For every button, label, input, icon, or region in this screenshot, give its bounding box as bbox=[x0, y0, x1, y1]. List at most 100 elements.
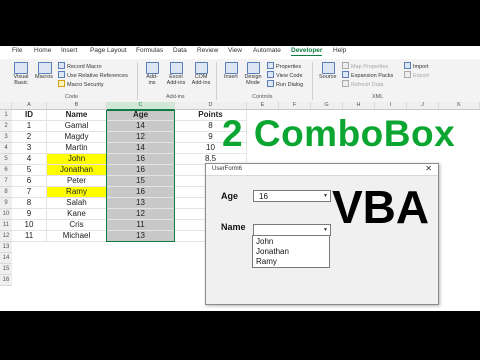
source-button[interactable]: Source bbox=[319, 74, 336, 80]
table-cell-id[interactable]: 9 bbox=[12, 209, 47, 220]
row-header[interactable]: 3 bbox=[0, 132, 12, 143]
design-mode-button[interactable]: Design Mode bbox=[242, 74, 264, 86]
select-all-corner[interactable] bbox=[0, 102, 12, 110]
table-cell-name[interactable]: Ramy bbox=[47, 187, 107, 198]
row-header[interactable]: 6 bbox=[0, 165, 12, 176]
row-header[interactable]: 15 bbox=[0, 264, 12, 275]
table-cell-id[interactable]: 6 bbox=[12, 176, 47, 187]
row-header[interactable]: 9 bbox=[0, 198, 12, 209]
column-header-d[interactable]: D bbox=[175, 102, 247, 110]
table-cell-name[interactable]: Magdy bbox=[47, 132, 107, 143]
table-cell-age[interactable]: 16 bbox=[107, 165, 175, 176]
table-cell-name[interactable]: Cris bbox=[47, 220, 107, 231]
column-header-g[interactable]: G bbox=[311, 102, 343, 110]
table-cell-age[interactable]: 14 bbox=[107, 143, 175, 154]
excel-add-ins-button[interactable]: Excel Add-ins bbox=[165, 74, 187, 86]
table-cell-age[interactable]: 14 bbox=[107, 121, 175, 132]
list-item[interactable]: Ramy bbox=[256, 257, 277, 266]
tab-data[interactable]: Data bbox=[173, 47, 187, 54]
table-cell-name[interactable]: Peter bbox=[47, 176, 107, 187]
table-cell-age[interactable]: 15 bbox=[107, 176, 175, 187]
macros-button[interactable]: Macros bbox=[35, 74, 53, 80]
row-header[interactable]: 8 bbox=[0, 187, 12, 198]
list-item[interactable]: Jonathan bbox=[256, 247, 289, 256]
tab-page-layout[interactable]: Page Layout bbox=[90, 47, 127, 54]
table-cell-age[interactable]: 12 bbox=[107, 209, 175, 220]
row-header[interactable]: 2 bbox=[0, 121, 12, 132]
record-macro-button[interactable]: Record Macro bbox=[58, 62, 102, 70]
row-header[interactable]: 10 bbox=[0, 209, 12, 220]
expansion-packs-button[interactable]: Expansion Packs bbox=[342, 71, 393, 79]
tab-automate[interactable]: Automate bbox=[253, 47, 281, 54]
column-header-j[interactable]: J bbox=[407, 102, 439, 110]
com-add-ins-button[interactable]: COM Add-ins bbox=[190, 74, 212, 86]
table-cell-id[interactable]: 3 bbox=[12, 143, 47, 154]
table-cell-id[interactable]: 11 bbox=[12, 231, 47, 242]
row-header[interactable]: 14 bbox=[0, 253, 12, 264]
table-cell-age[interactable]: 12 bbox=[107, 132, 175, 143]
column-header-f[interactable]: F bbox=[279, 102, 311, 110]
table-cell-name[interactable]: Jonathan bbox=[47, 165, 107, 176]
chevron-down-icon[interactable]: ▼ bbox=[321, 225, 330, 235]
table-cell-name[interactable]: Salah bbox=[47, 198, 107, 209]
map-properties-button[interactable]: Map Properties bbox=[342, 62, 388, 70]
macro-security-button[interactable]: Macro Security bbox=[58, 80, 104, 88]
header-cell-name[interactable]: Name bbox=[47, 110, 107, 121]
table-cell-age[interactable]: 11 bbox=[107, 220, 175, 231]
tab-developer[interactable]: Developer bbox=[291, 47, 323, 56]
table-cell-id[interactable]: 5 bbox=[12, 165, 47, 176]
add-ins-button[interactable]: Add-ins bbox=[144, 74, 160, 86]
relative-references-button[interactable]: Use Relative References bbox=[58, 71, 128, 79]
row-header[interactable]: 12 bbox=[0, 231, 12, 242]
table-cell-name[interactable]: Michael bbox=[47, 231, 107, 242]
tab-help[interactable]: Help bbox=[333, 47, 346, 54]
tab-insert[interactable]: Insert bbox=[61, 47, 77, 54]
insert-control-button[interactable]: Insert bbox=[224, 74, 238, 80]
chevron-down-icon[interactable]: ▼ bbox=[321, 191, 330, 201]
close-icon[interactable]: ✕ bbox=[425, 164, 432, 173]
row-header[interactable]: 13 bbox=[0, 242, 12, 253]
column-header-k[interactable]: K bbox=[439, 102, 480, 110]
header-cell-age[interactable]: Age bbox=[107, 110, 175, 121]
export-button[interactable]: Export bbox=[404, 71, 429, 79]
table-cell-id[interactable]: 1 bbox=[12, 121, 47, 132]
table-cell-name[interactable]: Martin bbox=[47, 143, 107, 154]
properties-button[interactable]: Properties bbox=[267, 62, 301, 70]
table-cell-age[interactable]: 16 bbox=[107, 154, 175, 165]
table-cell-name[interactable]: Kane bbox=[47, 209, 107, 220]
table-cell-id[interactable]: 7 bbox=[12, 187, 47, 198]
row-header[interactable]: 7 bbox=[0, 176, 12, 187]
column-header-h[interactable]: H bbox=[343, 102, 375, 110]
tab-formulas[interactable]: Formulas bbox=[136, 47, 163, 54]
row-header[interactable]: 16 bbox=[0, 275, 12, 286]
table-cell-age[interactable]: 16 bbox=[107, 187, 175, 198]
table-cell-age[interactable]: 13 bbox=[107, 231, 175, 242]
list-item[interactable]: John bbox=[256, 237, 273, 246]
table-cell-name[interactable]: John bbox=[47, 154, 107, 165]
age-combobox[interactable]: 16 ▼ bbox=[253, 190, 331, 202]
import-button[interactable]: Import bbox=[404, 62, 429, 70]
column-header-b[interactable]: B bbox=[47, 102, 107, 110]
column-header-c[interactable]: C bbox=[107, 102, 175, 110]
tab-file[interactable]: File bbox=[12, 47, 22, 54]
tab-home[interactable]: Home bbox=[34, 47, 51, 54]
run-dialog-button[interactable]: Run Dialog bbox=[267, 80, 303, 88]
header-cell-id[interactable]: ID bbox=[12, 110, 47, 121]
row-header[interactable]: 1 bbox=[0, 110, 12, 121]
name-dropdown-list[interactable]: John Jonathan Ramy bbox=[252, 235, 330, 268]
row-header[interactable]: 11 bbox=[0, 220, 12, 231]
row-header[interactable]: 4 bbox=[0, 143, 12, 154]
table-cell-id[interactable]: 4 bbox=[12, 154, 47, 165]
tab-review[interactable]: Review bbox=[197, 47, 218, 54]
table-cell-id[interactable]: 10 bbox=[12, 220, 47, 231]
table-cell-age[interactable]: 13 bbox=[107, 198, 175, 209]
column-header-i[interactable]: I bbox=[375, 102, 407, 110]
column-header-a[interactable]: A bbox=[12, 102, 47, 110]
table-cell-id[interactable]: 2 bbox=[12, 132, 47, 143]
view-code-button[interactable]: View Code bbox=[267, 71, 303, 79]
row-header[interactable]: 5 bbox=[0, 154, 12, 165]
table-cell-name[interactable]: Gamal bbox=[47, 121, 107, 132]
visual-basic-button[interactable]: Visual Basic bbox=[10, 74, 32, 86]
column-header-e[interactable]: E bbox=[247, 102, 279, 110]
table-cell-id[interactable]: 8 bbox=[12, 198, 47, 209]
